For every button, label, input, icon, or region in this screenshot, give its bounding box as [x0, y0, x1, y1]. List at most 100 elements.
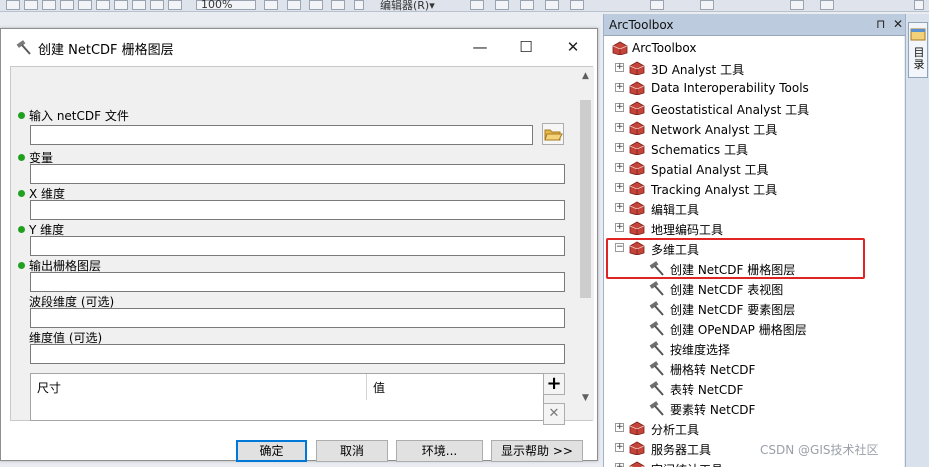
toolbar-button[interactable]: [470, 0, 484, 10]
browse-button[interactable]: [542, 123, 564, 145]
toolbar-button[interactable]: [790, 0, 804, 10]
tree-item-label: Schematics 工具: [651, 143, 748, 157]
toolbar-button[interactable]: [570, 0, 584, 10]
toolbar-button[interactable]: [520, 0, 534, 10]
expand-icon[interactable]: +: [615, 83, 624, 92]
toolbox-item[interactable]: + 编辑工具: [604, 198, 904, 218]
expand-icon[interactable]: +: [615, 103, 624, 112]
zoom-select[interactable]: 100%: [196, 0, 256, 11]
hammer-icon: [649, 361, 664, 376]
toolbox-icon: [612, 41, 628, 55]
toolbar-button[interactable]: [6, 0, 20, 10]
expand-icon[interactable]: +: [615, 443, 624, 452]
toolbar-button[interactable]: [24, 0, 38, 10]
toolbox-item[interactable]: + Network Analyst 工具: [604, 118, 904, 138]
tree-item-label: 编辑工具: [651, 203, 700, 217]
scroll-down-arrow-icon[interactable]: ▼: [579, 392, 592, 404]
top-toolbar: 100% 编辑器(R)▾: [0, 0, 929, 12]
toolbar-overflow[interactable]: [914, 0, 924, 10]
catalog-tab-label: 目录: [913, 46, 925, 71]
close-button[interactable]: ✕: [557, 35, 589, 59]
required-indicator: [18, 262, 25, 269]
expand-icon[interactable]: +: [615, 123, 624, 132]
expand-icon[interactable]: +: [615, 463, 624, 467]
toolbar-button[interactable]: [331, 0, 345, 10]
tree-item-label: 3D Analyst 工具: [651, 63, 745, 77]
tree-root-arctoolbox[interactable]: ArcToolbox: [604, 38, 904, 58]
toolbar-button[interactable]: [78, 0, 92, 10]
vertical-scrollbar[interactable]: ▲ ▼: [577, 67, 594, 420]
expand-icon[interactable]: +: [615, 423, 624, 432]
toolbox-icon: [629, 181, 645, 195]
maximize-button[interactable]: ☐: [510, 35, 542, 59]
dialog-titlebar[interactable]: 创建 NetCDF 栅格图层 — ☐ ✕: [1, 29, 597, 65]
hammer-icon: [649, 321, 664, 336]
catalog-tab[interactable]: 目录: [908, 22, 928, 78]
expand-icon[interactable]: +: [615, 63, 624, 72]
x-dimension-field[interactable]: [30, 200, 565, 220]
toolbox-item[interactable]: + Spatial Analyst 工具: [604, 158, 904, 178]
expand-icon[interactable]: +: [615, 163, 624, 172]
tree-item-label: 服务器工具: [651, 443, 712, 457]
tool-item[interactable]: 创建 OPeNDAP 栅格图层: [604, 318, 904, 338]
dialog-title: 创建 NetCDF 栅格图层: [38, 43, 174, 58]
tool-item[interactable]: 创建 NetCDF 表视图: [604, 278, 904, 298]
info-icon[interactable]: [495, 0, 509, 10]
column-header-dimension: 尺寸: [37, 381, 62, 395]
output-raster-layer-field[interactable]: [30, 272, 565, 292]
variable-field[interactable]: [30, 164, 565, 184]
tool-item[interactable]: 表转 NetCDF: [604, 378, 904, 398]
toolbox-item[interactable]: + Schematics 工具: [604, 138, 904, 158]
expand-icon[interactable]: +: [615, 143, 624, 152]
toolbox-item[interactable]: +3D Analyst 工具: [604, 58, 904, 78]
scrollbar-thumb[interactable]: [580, 100, 591, 298]
toolbar-button[interactable]: [309, 0, 323, 10]
dimension-values-table[interactable]: 尺寸 值: [30, 373, 544, 421]
editor-menu[interactable]: 编辑器(R)▾: [380, 0, 435, 13]
pin-icon[interactable]: ⊓: [876, 17, 885, 31]
toolbar-button[interactable]: [700, 0, 714, 10]
toolbar-button[interactable]: [132, 0, 146, 10]
toolbar-overflow[interactable]: [354, 0, 364, 10]
scroll-up-arrow-icon[interactable]: ▲: [579, 70, 592, 82]
highlight-annotation: [606, 238, 865, 279]
tool-item[interactable]: 创建 NetCDF 要素图层: [604, 298, 904, 318]
band-dimension-field[interactable]: [30, 308, 565, 328]
dimension-values-field[interactable]: [30, 344, 565, 364]
toolbar-button[interactable]: [264, 0, 278, 10]
toolbar-button[interactable]: [545, 0, 559, 10]
cancel-button[interactable]: 取消: [316, 440, 388, 462]
toolbox-item[interactable]: + 分析工具: [604, 418, 904, 438]
toolbar-button[interactable]: [287, 0, 301, 10]
y-dimension-field[interactable]: [30, 236, 565, 256]
minimize-button[interactable]: —: [464, 35, 496, 59]
toolbar-button[interactable]: [150, 0, 164, 10]
tool-item[interactable]: 要素转 NetCDF: [604, 398, 904, 418]
toolbar-button[interactable]: [96, 0, 110, 10]
close-icon[interactable]: ✕: [893, 17, 903, 31]
tool-item[interactable]: 栅格转 NetCDF: [604, 358, 904, 378]
toolbar-button[interactable]: [168, 0, 182, 10]
toolbar-button[interactable]: [60, 0, 74, 10]
show-help-button[interactable]: 显示帮助 >>: [491, 440, 583, 462]
toolbar-button[interactable]: [820, 0, 834, 10]
toolbox-item[interactable]: + Geostatistical Analyst 工具: [604, 98, 904, 118]
tool-item[interactable]: 按维度选择: [604, 338, 904, 358]
toolbox-item[interactable]: + Tracking Analyst 工具: [604, 178, 904, 198]
ok-button[interactable]: 确定: [236, 440, 307, 462]
toolbox-item[interactable]: + Data Interoperability Tools: [604, 78, 904, 98]
remove-row-button[interactable]: ✕: [543, 403, 565, 425]
toolbar-button[interactable]: [650, 0, 664, 10]
toolbar-button[interactable]: [114, 0, 128, 10]
arctoolbox-panel-header[interactable]: ArcToolbox ⊓ ✕: [604, 14, 905, 36]
environments-button[interactable]: 环境...: [396, 440, 483, 462]
toolbar-button[interactable]: [42, 0, 56, 10]
input-netcdf-field[interactable]: [30, 125, 533, 145]
toolbox-item[interactable]: + 空间统计工具: [604, 458, 904, 467]
add-row-button[interactable]: +: [543, 373, 565, 395]
expand-icon[interactable]: +: [615, 203, 624, 212]
catalog-icon: [910, 28, 926, 41]
expand-icon[interactable]: +: [615, 223, 624, 232]
toolbox-item[interactable]: + 地理编码工具: [604, 218, 904, 238]
expand-icon[interactable]: +: [615, 183, 624, 192]
